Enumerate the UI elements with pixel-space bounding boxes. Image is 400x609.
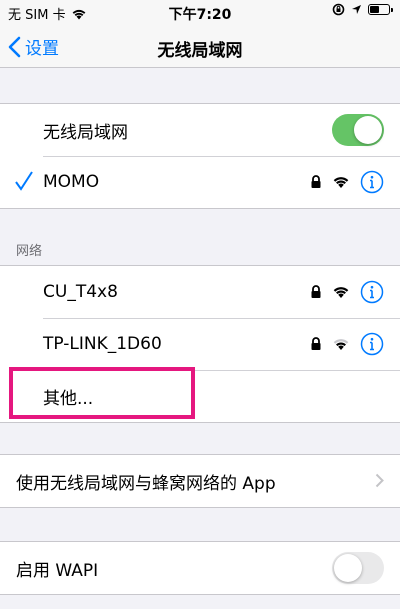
network-row[interactable]: TP-LINK_1D60 — [0, 318, 400, 370]
wifi-section: 无线局域网 MOMO — [0, 103, 400, 209]
wifi-toggle[interactable] — [332, 114, 384, 146]
wifi-signal-icon — [333, 339, 349, 350]
wapi-toggle-row: 启用 WAPI — [0, 542, 400, 594]
checkmark-icon — [15, 171, 33, 191]
other-network-row[interactable]: 其他... — [0, 370, 400, 422]
network-name: TP-LINK_1D60 — [43, 334, 162, 354]
app-settings-label: 使用无线局域网与蜂窝网络的 App — [16, 473, 276, 494]
wifi-toggle-label: 无线局域网 — [43, 122, 128, 143]
app-settings-section: 使用无线局域网与蜂窝网络的 App — [0, 454, 400, 508]
wifi-signal-icon — [333, 287, 349, 298]
wifi-signal-icon — [333, 177, 349, 188]
info-icon[interactable] — [360, 332, 384, 356]
networks-header: 网络 — [16, 244, 43, 259]
page-title: 无线局域网 — [157, 41, 243, 61]
app-settings-row[interactable]: 使用无线局域网与蜂窝网络的 App — [0, 455, 400, 507]
navigation-bar: 设置 无线局域网 — [0, 26, 400, 68]
network-name: CU_T4x8 — [43, 282, 118, 302]
network-row[interactable]: CU_T4x8 — [0, 266, 400, 318]
battery-fill — [370, 6, 380, 13]
location-icon — [352, 5, 361, 14]
connected-network-row[interactable]: MOMO — [0, 156, 400, 208]
lock-icon — [311, 285, 321, 298]
connected-network-name: MOMO — [43, 172, 100, 192]
wapi-label: 启用 WAPI — [16, 560, 99, 581]
orientation-lock-icon — [332, 3, 345, 16]
info-icon[interactable] — [360, 280, 384, 304]
other-network-label: 其他... — [43, 388, 94, 409]
info-icon[interactable] — [360, 170, 384, 194]
wapi-section: 启用 WAPI — [0, 541, 400, 595]
status-bar: 无 SIM 卡 下午7:20 — [0, 0, 400, 26]
toggle-knob — [334, 554, 362, 582]
wapi-toggle[interactable] — [332, 552, 384, 584]
networks-section: CU_T4x8 TP-LINK_1D60 其他... — [0, 265, 400, 423]
lock-icon — [311, 175, 321, 188]
wifi-toggle-row: 无线局域网 — [0, 104, 400, 156]
chevron-right-icon — [375, 473, 384, 488]
lock-icon — [311, 337, 321, 350]
battery-icon — [368, 4, 393, 15]
toggle-knob — [354, 116, 382, 144]
